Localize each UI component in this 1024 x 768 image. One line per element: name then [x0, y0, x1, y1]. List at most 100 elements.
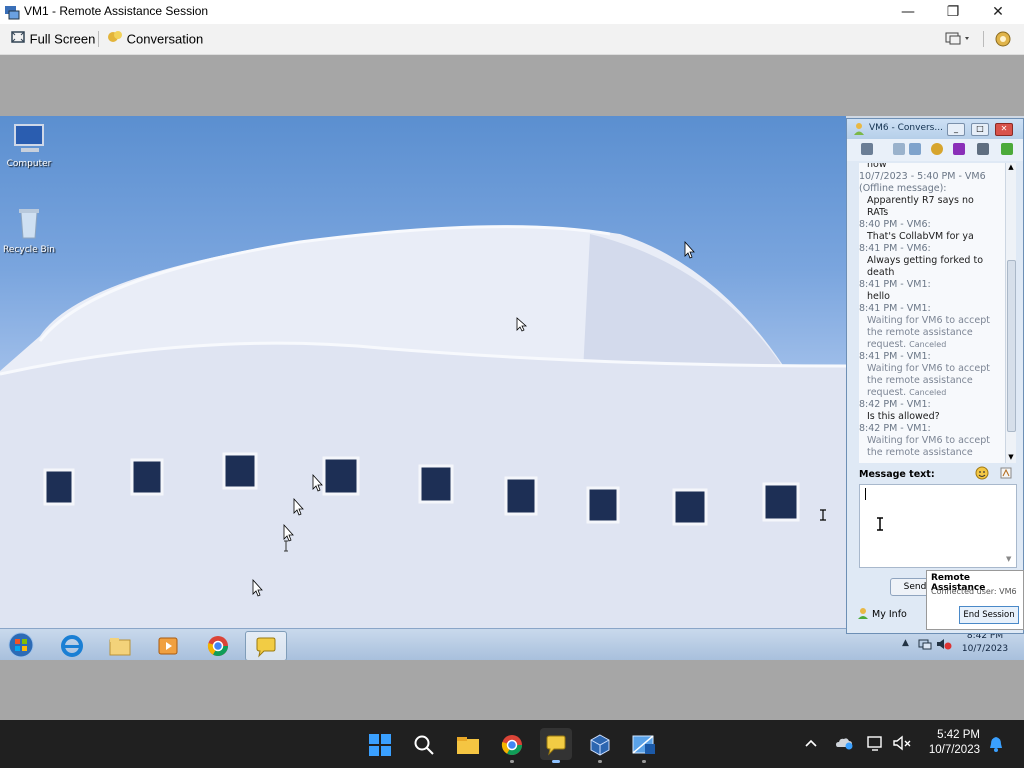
internet-explorer-icon [61, 634, 83, 657]
my-info-icon [857, 607, 869, 622]
remote-wallpaper[interactable]: Computer Recycle Bin [0, 116, 846, 628]
taskbar-media-player[interactable] [148, 631, 188, 659]
message-status-text: Waiting for VM6 to accept [867, 435, 990, 446]
message-meta: 8:41 PM - VM1: [859, 303, 931, 314]
message-meta: 10/7/2023 - 5:40 PM - VM6 [859, 171, 986, 182]
computer-desktop-icon[interactable]: Computer [0, 122, 58, 169]
message-body-status: Waiting for VM6 to accept [859, 435, 1015, 447]
message-line: hello [859, 291, 1015, 303]
input-scroll-down-icon[interactable]: ▼ [1006, 555, 1011, 563]
emoticon-status-icon[interactable] [931, 143, 943, 155]
remote-assistance-app-icon [4, 4, 20, 23]
tray-expand-icon[interactable]: ▲ [902, 638, 909, 648]
message-line: 8:42 PM - VM1: [859, 399, 1015, 411]
close-button[interactable]: ✕ [976, 0, 1020, 24]
host-taskbar: 5:42 PM 10/7/2023 [0, 720, 1024, 768]
message-history[interactable]: now 10/7/2023 - 5:40 PM - VM6 (Offline mes… [859, 163, 1015, 463]
folder-icon [109, 637, 131, 655]
chat-bubble-icon [546, 735, 566, 756]
scroll-down-icon[interactable]: ▼ [1006, 453, 1016, 461]
message-text-label: Message text: [859, 469, 935, 480]
message-line: Waiting for VM6 to accept [859, 315, 1015, 327]
message-line: Always getting forked to [859, 255, 1015, 267]
message-body: RATs [867, 207, 889, 218]
conversation-titlebar[interactable]: VM6 - Convers... _ □ ✕ [847, 119, 1023, 139]
message-line: (Offline message): [859, 183, 1015, 195]
tray-network-icon[interactable] [918, 637, 932, 654]
file-send-icon[interactable] [893, 143, 905, 155]
message-scrollbar[interactable]: ▲ ▼ [1005, 163, 1016, 463]
chrome-icon [207, 635, 228, 656]
message-input[interactable]: ▼ [859, 484, 1017, 568]
message-body-status: Waiting for VM6 to accept [859, 315, 1015, 327]
conv-minimize-button[interactable]: _ [947, 123, 965, 136]
taskbar-internet-explorer[interactable] [52, 631, 92, 659]
start-button[interactable] [4, 631, 38, 659]
volume-muted-tray-icon[interactable] [892, 734, 912, 755]
help-icon[interactable] [994, 30, 1012, 51]
windows-orb-icon [8, 632, 34, 658]
scroll-thumb[interactable] [1007, 260, 1016, 432]
restore-button[interactable]: ❐ [931, 0, 975, 24]
end-session-button[interactable]: End Session [959, 606, 1019, 624]
minimize-button[interactable]: — [886, 0, 930, 24]
message-body: Is this allowed? [867, 411, 940, 422]
notifications-bell-icon[interactable] [988, 735, 1004, 756]
host-start-button[interactable] [364, 728, 396, 760]
full-screen-button[interactable]: Full Screen [10, 29, 95, 49]
message-line: the remote assistance [859, 375, 1015, 387]
emoticon-icon[interactable] [975, 466, 989, 483]
message-body: death [867, 267, 895, 278]
remote-control-icon[interactable] [977, 143, 989, 155]
font-settings-icon[interactable] [999, 466, 1013, 483]
host-file-explorer[interactable] [452, 728, 484, 760]
full-screen-label: Full Screen [29, 31, 96, 47]
taskbar-explorer[interactable] [100, 631, 140, 659]
webcam-icon[interactable] [953, 143, 965, 155]
remote-clock-date: 10/7/2023 [961, 644, 1009, 654]
host-vm-window[interactable] [628, 728, 660, 763]
message-line: 8:41 PM - VM1: [859, 351, 1015, 363]
message-line: 10/7/2023 - 5:40 PM - VM6 [859, 171, 1015, 183]
activities-icon[interactable] [909, 143, 921, 155]
conv-maximize-button[interactable]: □ [971, 123, 989, 136]
network-tray-icon[interactable] [866, 734, 884, 755]
message-line: 8:42 PM - VM1: [859, 423, 1015, 435]
message-body-status: the remote assistance [859, 447, 1015, 459]
host-chrome[interactable] [496, 728, 528, 763]
message-line: 8:41 PM - VM1: [859, 279, 1015, 291]
message-meta: 8:42 PM - VM1: [859, 423, 931, 434]
recycle-bin-icon [19, 209, 39, 239]
message-meta: (Offline message): [859, 183, 947, 194]
my-info-label: My Info [872, 609, 907, 620]
host-remote-assistance[interactable] [540, 728, 572, 763]
taskbar-chrome[interactable] [198, 631, 238, 659]
host-search-button[interactable] [408, 728, 440, 760]
conversation-button[interactable]: Conversation [107, 29, 203, 49]
share-icon[interactable] [1001, 143, 1013, 155]
message-status-text: the remote assistance [867, 447, 973, 458]
message-body: hello [867, 291, 890, 302]
taskbar-remote-assistance[interactable] [245, 631, 287, 660]
remote-assistance-popup: Remote Assistance Connected user: VM6 En… [926, 570, 1024, 630]
host-clock[interactable]: 5:42 PM 10/7/2023 [916, 728, 980, 758]
folder-icon [457, 736, 479, 754]
show-hidden-icons[interactable] [804, 736, 818, 753]
message-line: Apparently R7 says no [859, 195, 1015, 207]
tray-volume-muted-icon[interactable] [936, 637, 952, 654]
conversation-title: VM6 - Convers... [869, 123, 943, 133]
scroll-up-icon[interactable]: ▲ [1006, 163, 1016, 171]
host-virtualbox[interactable] [584, 728, 616, 763]
vm-window-icon [632, 734, 655, 754]
message-meta: 8:41 PM - VM6: [859, 243, 931, 254]
recycle-bin-desktop-icon[interactable]: Recycle Bin [0, 206, 58, 255]
toolbar-divider-2 [983, 31, 984, 47]
conv-close-button[interactable]: ✕ [995, 123, 1013, 136]
message-status-text: the remote assistance [867, 375, 973, 386]
display-settings-icon[interactable] [944, 31, 972, 50]
onedrive-tray-icon[interactable] [834, 735, 854, 754]
message-status-text: request. [867, 387, 907, 398]
my-info-link[interactable]: My Info [857, 607, 907, 622]
conversation-toolbar [847, 139, 1023, 161]
invite-icon[interactable] [861, 143, 873, 155]
